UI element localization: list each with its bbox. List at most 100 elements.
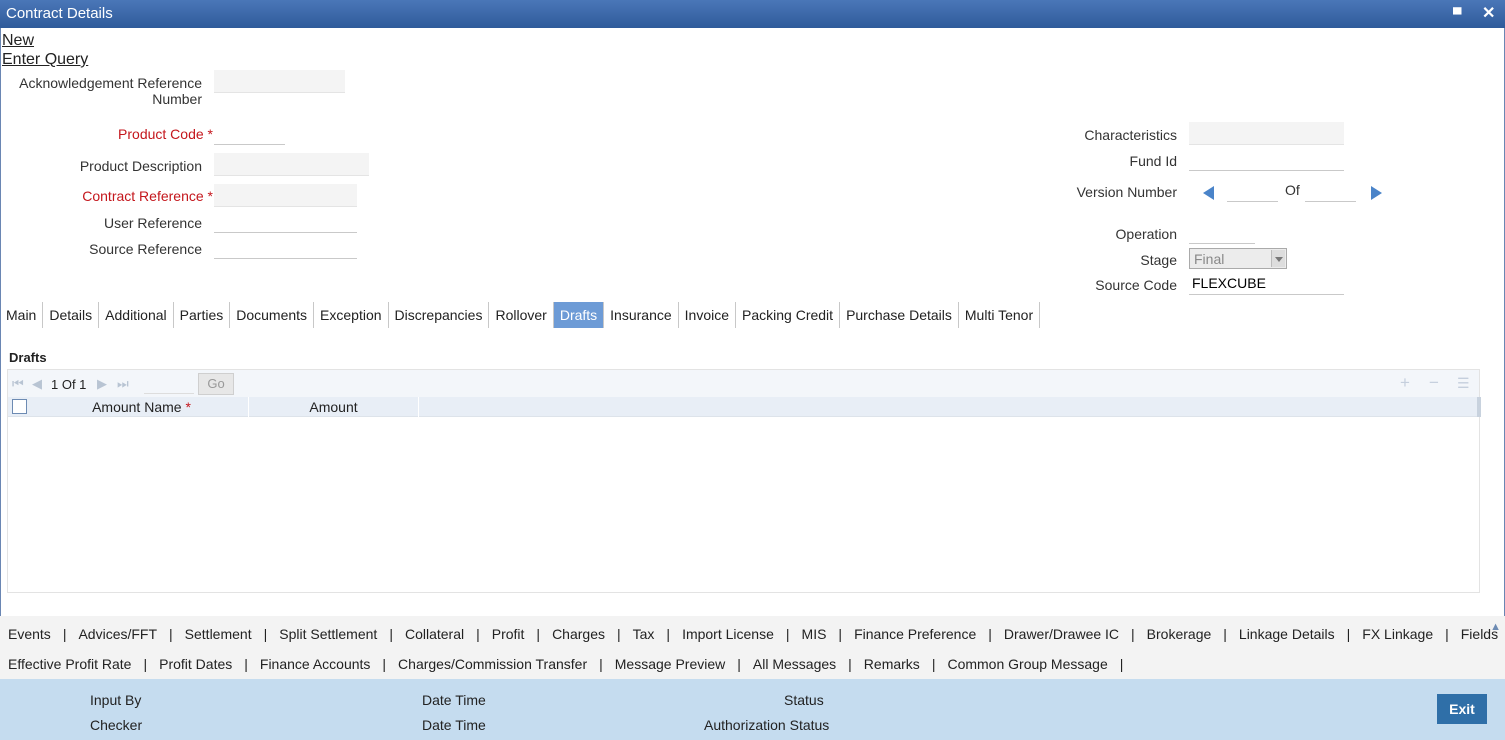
link-import-license[interactable]: Import License xyxy=(682,626,774,642)
source-reference-input[interactable] xyxy=(214,236,357,259)
link-separator: | xyxy=(616,626,621,642)
required-mark: * xyxy=(185,399,191,415)
link-settlement[interactable]: Settlement xyxy=(185,626,252,642)
exit-button[interactable]: Exit xyxy=(1437,694,1487,724)
user-reference-input[interactable] xyxy=(214,210,357,233)
link-events[interactable]: Events xyxy=(8,626,51,642)
link-charges-commission-transfer[interactable]: Charges/Commission Transfer xyxy=(398,656,587,672)
link-separator: | xyxy=(931,656,936,672)
view-rows-icon[interactable]: ☰ xyxy=(1457,375,1470,392)
stage-select-value: Final xyxy=(1194,251,1225,267)
link-collateral[interactable]: Collateral xyxy=(405,626,464,642)
version-number-input[interactable] xyxy=(1227,179,1278,202)
enter-query-link[interactable]: Enter Query xyxy=(2,51,88,69)
fund-id-label: Fund Id xyxy=(1129,153,1177,169)
link-separator: | xyxy=(838,626,843,642)
next-page-icon[interactable]: ▶ xyxy=(97,376,107,392)
link-tax[interactable]: Tax xyxy=(633,626,655,642)
link-drawer-drawee-ic[interactable]: Drawer/Drawee IC xyxy=(1004,626,1119,642)
link-separator: | xyxy=(737,656,741,672)
link-separator: | xyxy=(666,626,671,642)
product-code-input[interactable] xyxy=(214,122,285,145)
link-separator: | xyxy=(1119,656,1124,672)
required-mark: * xyxy=(207,126,213,142)
link-finance-accounts[interactable]: Finance Accounts xyxy=(260,656,371,672)
link-fx-linkage[interactable]: FX Linkage xyxy=(1362,626,1433,642)
stage-select[interactable]: Final xyxy=(1189,248,1287,269)
ack-ref-input[interactable] xyxy=(214,70,345,93)
source-reference-label: Source Reference xyxy=(89,241,202,257)
tab-insurance[interactable]: Insurance xyxy=(604,302,679,328)
product-description-label: Product Description xyxy=(79,158,202,174)
new-link[interactable]: New xyxy=(2,32,34,50)
tab-discrepancies[interactable]: Discrepancies xyxy=(389,302,490,328)
pager-text: 1 Of 1 xyxy=(51,377,87,392)
link-remarks[interactable]: Remarks xyxy=(864,656,920,672)
product-description-input[interactable] xyxy=(214,153,369,176)
button-links-panel: Events | Advices/FFT | Settlement | Split Sett… xyxy=(0,616,1505,679)
column-header-amount[interactable]: Amount xyxy=(249,397,419,417)
link-separator: | xyxy=(536,626,541,642)
column-header-amount-name[interactable]: Amount Name * xyxy=(35,397,249,417)
link-finance-preference[interactable]: Finance Preference xyxy=(854,626,976,642)
link-profit-dates[interactable]: Profit Dates xyxy=(159,656,232,672)
tab-main[interactable]: Main xyxy=(0,302,44,328)
link-message-preview[interactable]: Message Preview xyxy=(615,656,726,672)
drafts-grid: ⏮ ◀ 1 Of 1 ▶ ⏭ Go + − ☰ Amount Name * Am… xyxy=(7,369,1481,593)
contract-reference-input[interactable] xyxy=(214,184,357,207)
last-page-icon[interactable]: ⏭ xyxy=(117,376,129,392)
minimize-icon[interactable]: ▄ xyxy=(1453,0,1462,14)
required-mark: * xyxy=(207,188,213,204)
link-separator: | xyxy=(143,656,148,672)
tab-multi-tenor[interactable]: Multi Tenor xyxy=(959,302,1041,328)
operation-label: Operation xyxy=(1115,226,1177,242)
prev-page-icon[interactable]: ◀ xyxy=(32,376,42,392)
characteristics-input[interactable] xyxy=(1189,122,1344,145)
first-page-icon[interactable]: ⏮ xyxy=(12,376,24,392)
tab-packing-credit[interactable]: Packing Credit xyxy=(736,302,841,328)
tab-exception[interactable]: Exception xyxy=(314,302,389,328)
operation-input[interactable] xyxy=(1189,221,1255,244)
button-links-row-2: Effective Profit Rate | Profit Dates | Finan… xyxy=(8,656,1135,672)
tab-documents[interactable]: Documents xyxy=(230,302,315,328)
link-advices-fft[interactable]: Advices/FFT xyxy=(78,626,157,642)
tab-drafts[interactable]: Drafts xyxy=(553,302,605,328)
window-title: Contract Details xyxy=(6,5,113,22)
link-common-group-message[interactable]: Common Group Message xyxy=(947,656,1107,672)
link-separator: | xyxy=(1223,626,1227,642)
tab-additional[interactable]: Additional xyxy=(99,302,174,328)
tab-purchase-details[interactable]: Purchase Details xyxy=(840,302,959,328)
link-effective-profit-rate[interactable]: Effective Profit Rate xyxy=(8,656,131,672)
scroll-up-icon[interactable]: ▲ xyxy=(1490,621,1501,633)
page-number-input[interactable] xyxy=(144,374,194,394)
link-linkage-details[interactable]: Linkage Details xyxy=(1239,626,1335,642)
link-separator: | xyxy=(62,626,67,642)
fund-id-input[interactable] xyxy=(1189,148,1344,171)
link-profit[interactable]: Profit xyxy=(492,626,525,642)
link-mis[interactable]: MIS xyxy=(802,626,827,642)
link-separator: | xyxy=(389,626,393,642)
characteristics-label: Characteristics xyxy=(1084,127,1177,143)
link-all-messages[interactable]: All Messages xyxy=(753,656,836,672)
tab-details[interactable]: Details xyxy=(43,302,100,328)
previous-version-icon[interactable] xyxy=(1203,186,1214,200)
link-separator: | xyxy=(476,626,480,642)
delete-row-icon[interactable]: − xyxy=(1429,373,1439,393)
version-total-input[interactable] xyxy=(1305,179,1356,202)
close-icon[interactable]: ✕ xyxy=(1482,3,1495,23)
link-separator: | xyxy=(382,656,387,672)
select-all-checkbox[interactable] xyxy=(12,399,27,414)
source-code-input[interactable] xyxy=(1189,272,1344,295)
link-split-settlement[interactable]: Split Settlement xyxy=(279,626,377,642)
window-titlebar: Contract Details ▄ ✕ xyxy=(0,0,1505,28)
grid-scrollbar[interactable] xyxy=(1477,397,1481,417)
link-brokerage[interactable]: Brokerage xyxy=(1147,626,1212,642)
tab-invoice[interactable]: Invoice xyxy=(679,302,737,328)
next-version-icon[interactable] xyxy=(1371,186,1382,200)
add-row-icon[interactable]: + xyxy=(1400,373,1410,393)
tab-parties[interactable]: Parties xyxy=(174,302,231,328)
tab-rollover[interactable]: Rollover xyxy=(489,302,554,328)
go-button[interactable]: Go xyxy=(198,373,234,395)
link-separator: | xyxy=(785,626,790,642)
link-charges[interactable]: Charges xyxy=(552,626,605,642)
